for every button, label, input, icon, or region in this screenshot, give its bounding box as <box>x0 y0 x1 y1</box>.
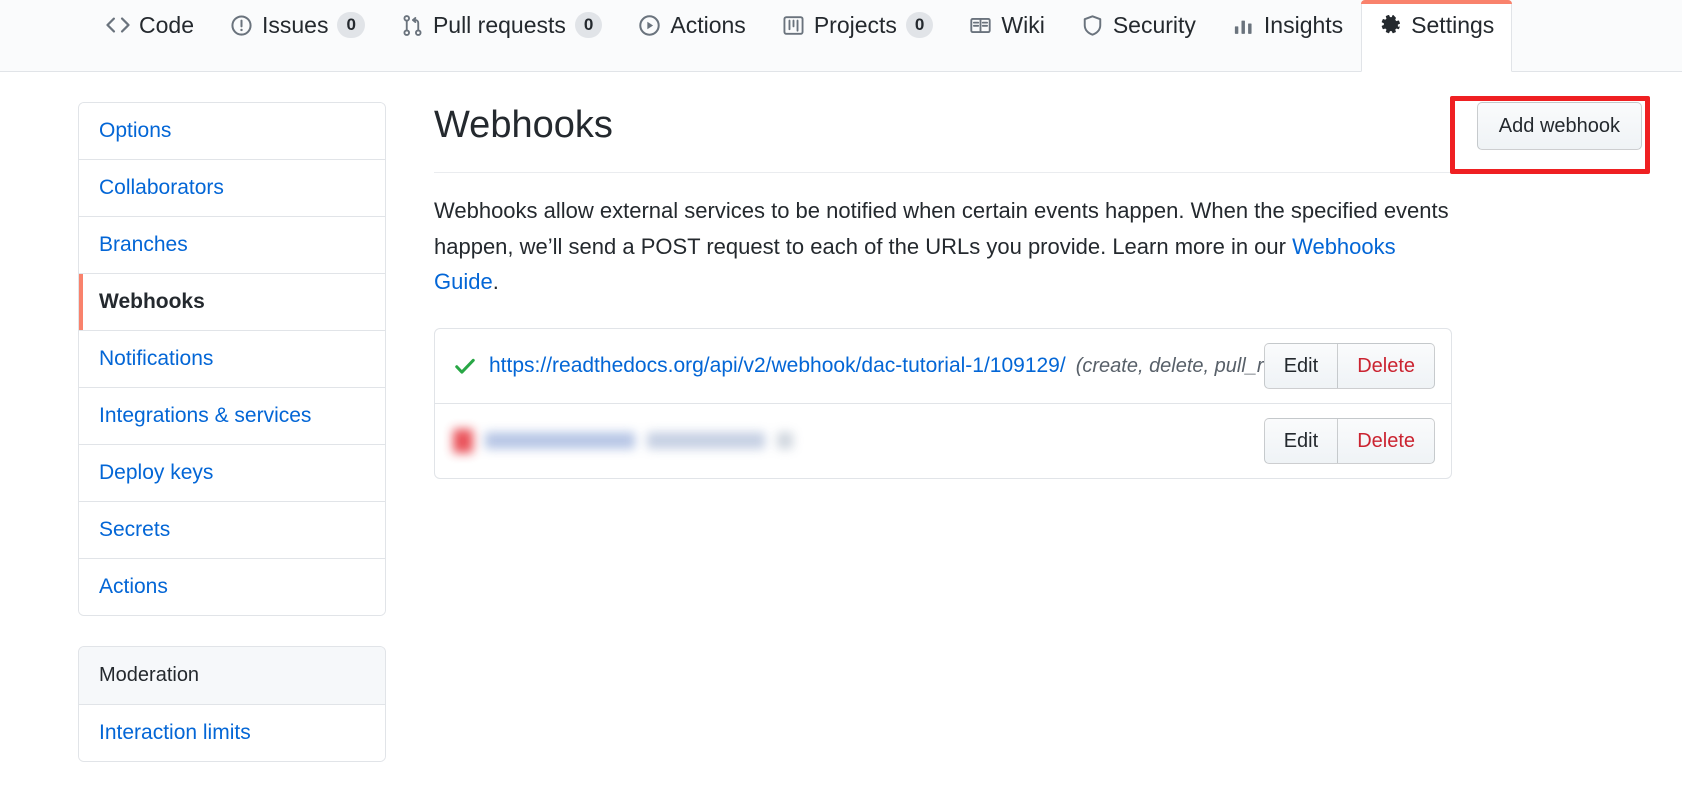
sidebar-item-secrets[interactable]: Secrets <box>79 502 385 559</box>
sidebar-item-interaction-limits[interactable]: Interaction limits <box>79 705 385 761</box>
webhook-actions: Edit Delete <box>1263 417 1435 464</box>
edit-webhook-button[interactable]: Edit <box>1263 342 1339 389</box>
webhook-url-link[interactable]: https://readthedocs.org/api/v2/webhook/d… <box>489 354 1066 378</box>
sidebar-item-webhooks[interactable]: Webhooks <box>79 274 385 331</box>
code-icon <box>106 13 130 37</box>
nav-tab-label: Insights <box>1263 11 1344 38</box>
play-icon <box>638 14 661 37</box>
webhook-row: https://readthedocs.org/api/v2/webhook/d… <box>435 329 1451 404</box>
graph-icon <box>1232 14 1255 37</box>
redacted-webhook-content <box>453 428 793 453</box>
nav-tab-label: Wiki <box>1001 11 1045 38</box>
add-webhook-button[interactable]: Add webhook <box>1476 102 1642 150</box>
check-icon <box>453 354 489 378</box>
issue-opened-icon <box>230 14 253 37</box>
pull-requests-counter: 0 <box>574 11 603 39</box>
sidebar-item-deploy-keys[interactable]: Deploy keys <box>79 445 385 502</box>
redacted-bar <box>485 432 635 450</box>
sidebar-item-actions[interactable]: Actions <box>79 559 385 615</box>
webhook-row: Edit Delete <box>435 404 1451 478</box>
webhook-info-redacted <box>453 428 1264 453</box>
book-icon <box>969 14 992 37</box>
nav-tab-label: Projects <box>813 11 897 38</box>
issues-counter: 0 <box>337 11 365 39</box>
shield-icon <box>1081 14 1104 37</box>
nav-tab-pull-requests[interactable]: Pull requests 0 <box>383 0 620 71</box>
page-title: Webhooks <box>434 104 613 147</box>
redacted-bar <box>777 432 793 450</box>
webhook-info: https://readthedocs.org/api/v2/webhook/d… <box>489 354 1350 378</box>
nav-tab-settings[interactable]: Settings <box>1361 0 1513 72</box>
description-text-after-link: . <box>492 269 499 295</box>
moderation-menu-heading: Moderation <box>79 647 385 705</box>
nav-tab-label: Security <box>1112 11 1196 38</box>
alert-icon <box>453 428 473 453</box>
nav-tab-label: Settings <box>1411 11 1495 38</box>
git-pull-request-icon <box>401 14 424 37</box>
sidebar-item-notifications[interactable]: Notifications <box>79 331 385 388</box>
sidebar-item-options[interactable]: Options <box>79 103 385 160</box>
nav-tab-label: Actions <box>670 11 746 38</box>
sidebar-item-collaborators[interactable]: Collaborators <box>79 160 385 217</box>
nav-tab-issues[interactable]: Issues 0 <box>212 0 383 71</box>
moderation-menu: Moderation Interaction limits <box>78 646 386 762</box>
nav-tab-wiki[interactable]: Wiki <box>951 0 1062 71</box>
nav-tab-label: Issues <box>261 11 329 38</box>
nav-tab-label: Pull requests <box>432 11 566 38</box>
settings-menu: Options Collaborators Branches Webhooks … <box>78 102 386 616</box>
redacted-bar <box>647 432 765 450</box>
sidebar-item-branches[interactable]: Branches <box>79 217 385 274</box>
edit-webhook-button[interactable]: Edit <box>1263 417 1339 464</box>
repository-nav: Code Issues 0 Pull requests 0 Actions Pr… <box>0 0 1682 72</box>
content-header: Webhooks Add webhook <box>434 96 1650 174</box>
nav-tab-label: Code <box>139 11 194 38</box>
nav-tab-actions[interactable]: Actions <box>620 0 763 71</box>
delete-webhook-button[interactable]: Delete <box>1338 342 1435 389</box>
delete-webhook-button[interactable]: Delete <box>1338 417 1435 464</box>
settings-sidebar: Options Collaborators Branches Webhooks … <box>78 102 386 762</box>
projects-counter: 0 <box>905 11 934 39</box>
nav-tab-security[interactable]: Security <box>1063 0 1214 71</box>
webhook-list: https://readthedocs.org/api/v2/webhook/d… <box>434 327 1452 479</box>
gear-icon <box>1379 14 1402 37</box>
sidebar-item-integrations-and-services[interactable]: Integrations & services <box>79 388 385 445</box>
page-body: Options Collaborators Branches Webhooks … <box>0 72 1682 762</box>
webhook-actions: Edit Delete <box>1263 342 1435 389</box>
nav-tab-code[interactable]: Code <box>88 0 212 71</box>
nav-tab-projects[interactable]: Projects 0 <box>764 0 952 71</box>
webhooks-description: Webhooks allow external services to be n… <box>434 193 1454 300</box>
project-board-icon <box>782 14 805 37</box>
main-content: Webhooks Add webhook Webhooks allow exte… <box>386 96 1682 762</box>
nav-tab-insights[interactable]: Insights <box>1214 0 1361 71</box>
